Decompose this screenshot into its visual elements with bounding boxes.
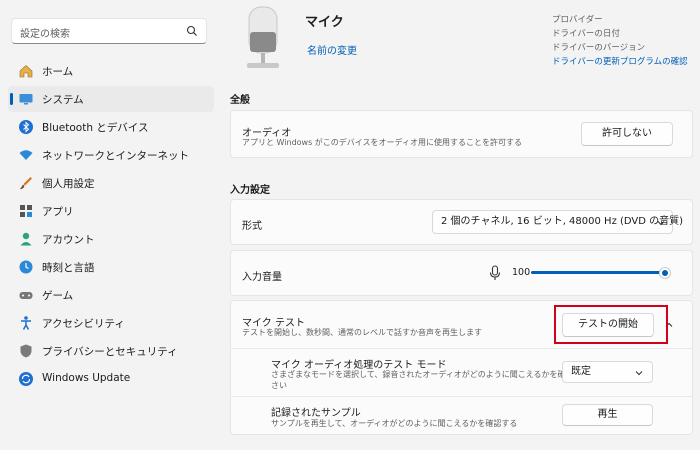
sidebar-item-system[interactable]: システム: [8, 86, 214, 112]
input-volume-label: 入力音量: [242, 272, 282, 283]
sidebar-item-network[interactable]: ネットワークとインターネット: [8, 142, 214, 168]
apps-icon: [20, 205, 32, 217]
input-section-title: 入力設定: [230, 185, 270, 196]
general-section-title: 全般: [230, 95, 250, 106]
input-volume-card: 入力音量 100: [230, 250, 693, 296]
shield-icon: [20, 344, 32, 358]
microphone-icon: [489, 265, 501, 280]
driver-version-label: ドライバーのバージョン: [552, 43, 646, 53]
play-sample-button[interactable]: 再生: [562, 404, 653, 426]
driver-date-label: ドライバーの日付: [552, 29, 620, 39]
search-placeholder: 設定の検索: [20, 29, 70, 40]
audio-permission-card: オーディオ アプリと Windows がこのデバイスをオーディオ用に使用すること…: [230, 110, 693, 158]
test-mode-value: 既定: [571, 366, 591, 377]
account-icon: [20, 232, 32, 246]
sidebar-item-label: システム: [42, 94, 84, 106]
input-volume-value: 100: [512, 267, 531, 278]
test-mode-description: さまざまなモードを選択して、録音されたオーディオがどのように聞こえるかを確認して…: [271, 370, 606, 379]
sidebar-item-apps[interactable]: アプリ: [8, 198, 214, 224]
sidebar-item-windows-update[interactable]: Windows Update: [8, 366, 214, 392]
sidebar-item-bluetooth[interactable]: Bluetooth とデバイス: [8, 114, 214, 140]
provider-label: プロバイダー: [552, 15, 603, 25]
sidebar-item-label: プライバシーとセキュリティ: [42, 346, 178, 358]
deny-audio-button[interactable]: 許可しない: [581, 122, 673, 146]
sidebar-item-label: ゲーム: [42, 290, 74, 302]
rename-link[interactable]: 名前の変更: [307, 42, 357, 57]
sidebar-item-label: アカウント: [42, 234, 95, 246]
sidebar-item-label: Windows Update: [42, 372, 131, 384]
sidebar-item-label: ネットワークとインターネット: [42, 150, 189, 162]
sidebar-item-home[interactable]: ホーム: [8, 58, 214, 84]
divider: [230, 396, 693, 397]
chevron-down-icon: [657, 221, 665, 226]
format-label: 形式: [242, 221, 262, 232]
format-dropdown[interactable]: 2 個のチャネル, 16 ビット, 48000 Hz (DVD の音質): [432, 210, 683, 234]
brush-icon: [20, 177, 32, 190]
device-name: マイク: [305, 15, 344, 30]
sidebar-item-accounts[interactable]: アカウント: [8, 226, 214, 252]
search-input[interactable]: 設定の検索: [11, 18, 207, 44]
chevron-down-icon: [635, 371, 643, 376]
main-content: マイク 名前の変更 プロバイダー ドライバーの日付 ドライバーのバージョン ドラ…: [222, 0, 700, 450]
sidebar-item-gaming[interactable]: ゲーム: [8, 282, 214, 308]
home-icon: [19, 65, 33, 78]
sidebar-item-label: Bluetooth とデバイス: [42, 122, 149, 134]
recorded-sample-description: サンプルを再生して、オーディオがどのように聞こえるかを確認する: [271, 419, 518, 428]
gamepad-icon: [19, 292, 33, 299]
wifi-icon: [19, 150, 33, 160]
sidebar-item-accessibility[interactable]: アクセシビリティ: [8, 310, 214, 336]
microphone-device-icon: [247, 6, 279, 68]
sidebar-item-label: アクセシビリティ: [42, 318, 125, 330]
test-mode-dropdown[interactable]: 既定: [562, 361, 653, 383]
selection-indicator: [10, 93, 13, 105]
test-mode-description-2: さい: [271, 381, 287, 390]
time-language-icon: [19, 260, 33, 274]
highlight-box: [554, 305, 668, 344]
sidebar: 設定の検索 ホーム システム Bluetooth とデバイス ネットワークとイン…: [0, 0, 222, 450]
format-card: 形式 2 個のチャネル, 16 ビット, 48000 Hz (DVD の音質): [230, 199, 693, 245]
input-volume-slider[interactable]: [531, 266, 671, 280]
slider-track: [531, 271, 665, 274]
system-icon: [19, 94, 33, 105]
update-icon: [19, 372, 33, 386]
bluetooth-icon: [19, 120, 33, 134]
divider: [230, 348, 693, 349]
driver-update-link[interactable]: ドライバーの更新プログラムの確認: [552, 55, 688, 67]
recorded-sample-title: 記録されたサンプル: [271, 408, 361, 419]
sidebar-item-label: アプリ: [42, 206, 74, 218]
slider-thumb[interactable]: [659, 267, 671, 279]
sidebar-item-label: 時刻と言語: [42, 262, 95, 274]
sidebar-item-label: ホーム: [42, 66, 74, 78]
audio-description: アプリと Windows がこのデバイスをオーディオ用に使用することを許可する: [242, 138, 522, 147]
accessibility-icon: [21, 316, 31, 330]
mic-test-description: テストを開始し、数秒間、通常のレベルで話すか音声を再生します: [242, 328, 482, 337]
sidebar-item-time-language[interactable]: 時刻と言語: [8, 254, 214, 280]
sidebar-item-label: 個人用設定: [42, 178, 95, 190]
search-icon: [186, 25, 197, 36]
sidebar-item-privacy[interactable]: プライバシーとセキュリティ: [8, 338, 214, 364]
format-value: 2 個のチャネル, 16 ビット, 48000 Hz (DVD の音質): [441, 216, 684, 227]
sidebar-item-personalization[interactable]: 個人用設定: [8, 170, 214, 196]
